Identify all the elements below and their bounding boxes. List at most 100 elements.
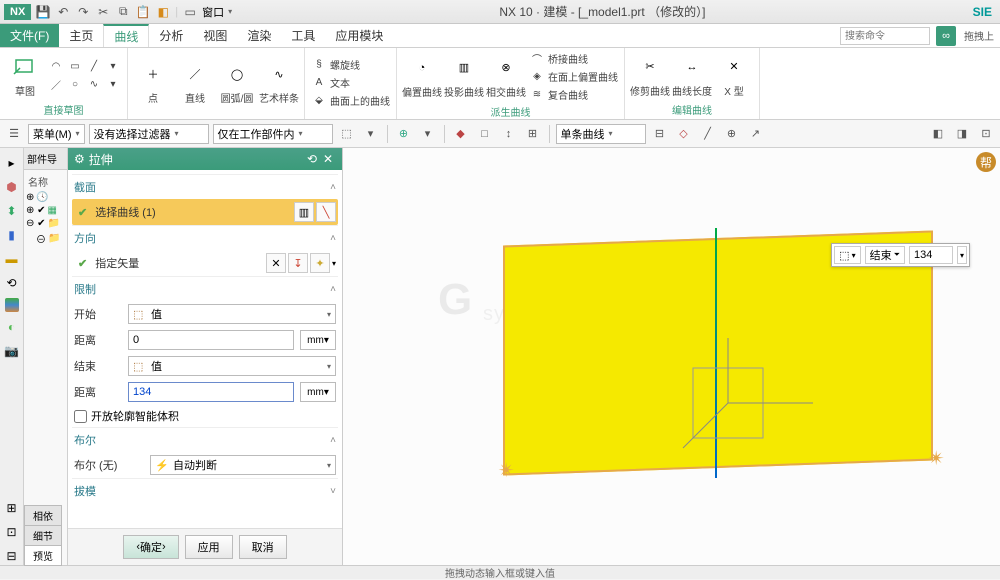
curve-length-button[interactable]: ↔曲线长度 xyxy=(673,53,711,98)
help-badge-icon[interactable]: 帮 xyxy=(976,152,996,172)
bridge-curve-button[interactable]: ⌒桥接曲线 xyxy=(529,50,618,66)
command-search-input[interactable] xyxy=(840,27,930,45)
open-profile-check[interactable]: 开放轮廓智能体积 xyxy=(72,405,338,427)
dynamic-input-box[interactable]: ⬚▾ 结束 ⏷ ▾ xyxy=(831,243,970,267)
open-profile-checkbox[interactable] xyxy=(74,410,87,423)
point-button[interactable]: ＋点 xyxy=(134,60,172,105)
shape-line-row[interactable]: ／○∿▾ xyxy=(48,76,121,92)
command-search-button[interactable]: ∞ xyxy=(936,26,956,46)
end-distance-input[interactable] xyxy=(128,382,294,402)
tab-dependency[interactable]: 相依 xyxy=(24,505,62,526)
menu-dropdown-icon[interactable]: ☰ xyxy=(4,124,24,144)
section-limit[interactable]: 限制˄ xyxy=(72,276,338,301)
vtb-m2-icon[interactable]: ⊡ xyxy=(3,523,21,541)
vtb-m1-icon[interactable]: ⊞ xyxy=(3,499,21,517)
pn-cams-row[interactable]: ⊖ ✔ 📁 xyxy=(26,217,65,230)
redo-icon[interactable]: ↷ xyxy=(75,4,91,20)
sketch-button[interactable]: 草图 xyxy=(6,53,44,98)
vector-reverse-icon[interactable]: ↧ xyxy=(288,253,308,273)
tb-icon-8[interactable]: ⊞ xyxy=(523,124,543,144)
section-direction[interactable]: 方向˄ xyxy=(72,225,338,250)
vtb-cam-icon[interactable]: 📷 xyxy=(3,342,21,360)
ok-button[interactable]: 确定 xyxy=(123,535,178,559)
tb-icon-5[interactable]: ◆ xyxy=(451,124,471,144)
menu-appmodule[interactable]: 应用模块 xyxy=(325,24,393,47)
tb-icon-r2[interactable]: ◨ xyxy=(952,124,972,144)
menu-home[interactable]: 主页 xyxy=(59,24,103,47)
tb-icon-r1[interactable]: ◧ xyxy=(928,124,948,144)
vector-xyz-icon[interactable]: ✕ xyxy=(266,253,286,273)
section-boolean[interactable]: 布尔˄ xyxy=(72,427,338,452)
drag-placement-button[interactable]: 拖拽上 xyxy=(958,24,1000,47)
menu-analyze[interactable]: 分析 xyxy=(149,24,193,47)
float-drop[interactable]: ▾ xyxy=(957,246,967,264)
helix-button[interactable]: §螺旋线 xyxy=(311,57,390,73)
dialog-reset-icon[interactable]: ⟲ xyxy=(304,151,320,167)
unit-combo[interactable]: mm ▾ xyxy=(300,382,336,402)
touch-icon[interactable]: ◧ xyxy=(155,4,171,20)
vtb-nav-icon[interactable]: ⬢ xyxy=(3,178,21,196)
float-label-combo[interactable]: 结束 ⏷ xyxy=(865,246,905,264)
menu-render[interactable]: 渲染 xyxy=(237,24,281,47)
tb-icon-9[interactable]: ⊟ xyxy=(650,124,670,144)
unit-combo[interactable]: mm ▾ xyxy=(300,330,336,350)
specify-vector-row[interactable]: ✔ 指定矢量 ✕ ↧ ✦ ▾ xyxy=(72,250,338,276)
text-button[interactable]: A文本 xyxy=(311,75,390,91)
tb-icon-6[interactable]: □ xyxy=(475,124,495,144)
boolean-combo[interactable]: ⚡自动判断▾ xyxy=(150,455,336,475)
pn-history-row[interactable]: ⊕ 🕓 xyxy=(26,191,65,204)
window-label[interactable]: 窗口 xyxy=(202,4,224,20)
undo-icon[interactable]: ↶ xyxy=(55,4,71,20)
pn-model-row[interactable]: ⊖ 📁 xyxy=(26,230,65,247)
tb-icon-3[interactable]: ⊕ xyxy=(394,124,414,144)
tab-detail[interactable]: 细节 xyxy=(24,525,62,546)
vtb-m3-icon[interactable]: ⊟ xyxy=(3,547,21,565)
selection-filter-combo[interactable]: 没有选择过滤器▾ xyxy=(89,124,209,144)
end-type-combo[interactable]: ⬚值▾ xyxy=(128,356,336,376)
vtb-tree-icon[interactable]: ⬍ xyxy=(3,202,21,220)
viewport[interactable]: 帮 G 网 system.com ✴ ✴ ⬚▾ 结束 ⏷ ▾ xyxy=(343,148,1000,565)
cut-icon[interactable]: ✂ xyxy=(95,4,111,20)
line-button[interactable]: ／直线 xyxy=(176,60,214,105)
intersect-curve-button[interactable]: ⊗相交曲线 xyxy=(487,54,525,99)
window-icon[interactable]: ▭ xyxy=(182,4,198,20)
apply-button[interactable]: 应用 xyxy=(185,535,233,559)
tb-icon-1[interactable]: ⬚ xyxy=(337,124,357,144)
arc-button[interactable]: ◯圆弧/圆 xyxy=(218,60,256,105)
composite-curve-button[interactable]: ≋复合曲线 xyxy=(529,86,618,102)
menu-tool[interactable]: 工具 xyxy=(281,24,325,47)
float-value-input[interactable] xyxy=(909,246,953,264)
vector-infer-icon[interactable]: ✦ xyxy=(310,253,330,273)
shape-arc-row[interactable]: ◠▭╱▾ xyxy=(48,58,121,74)
tab-preview[interactable]: 预览 xyxy=(24,545,62,566)
section-section[interactable]: 截面˄ xyxy=(72,174,338,199)
vtb-arrow-icon[interactable]: ▸ xyxy=(3,154,21,172)
handle-start-icon[interactable]: ✴ xyxy=(498,458,515,483)
spline-button[interactable]: ∿艺术样条 xyxy=(260,60,298,105)
cancel-button[interactable]: 取消 xyxy=(239,535,287,559)
sketch-section-icon[interactable]: ▥ xyxy=(294,202,314,222)
tb-icon-7[interactable]: ↕ xyxy=(499,124,519,144)
tb-icon-4[interactable]: ▾ xyxy=(418,124,438,144)
save-icon[interactable]: 💾 xyxy=(35,4,51,20)
menu-dropdown[interactable]: 菜单(M)▾ xyxy=(28,124,85,144)
tb-icon-2[interactable]: ▾ xyxy=(361,124,381,144)
float-icon-combo[interactable]: ⬚▾ xyxy=(834,246,860,264)
tb-icon-10[interactable]: ◇ xyxy=(674,124,694,144)
menu-view[interactable]: 视图 xyxy=(193,24,237,47)
vtb-gauge-icon[interactable]: ◐ xyxy=(3,318,21,336)
pn-views-row[interactable]: ⊕ ✔ ▦ xyxy=(26,204,65,217)
section-draft[interactable]: 拔模˅ xyxy=(72,478,338,503)
paste-icon[interactable]: 📋 xyxy=(135,4,151,20)
project-curve-button[interactable]: ▥投影曲线 xyxy=(445,54,483,99)
offset-on-face-button[interactable]: ◈在面上偏置曲线 xyxy=(529,68,618,84)
tb-icon-13[interactable]: ↗ xyxy=(746,124,766,144)
menu-file[interactable]: 文件(F) xyxy=(0,24,59,47)
curve-on-surface-button[interactable]: ⬙曲面上的曲线 xyxy=(311,93,390,109)
tb-icon-12[interactable]: ⊕ xyxy=(722,124,742,144)
vtb-history-icon[interactable]: ⟲ xyxy=(3,274,21,292)
tb-icon-r3[interactable]: ⊡ xyxy=(976,124,996,144)
dialog-close-icon[interactable]: ✕ xyxy=(320,151,336,167)
selection-scope-combo[interactable]: 仅在工作部件内▾ xyxy=(213,124,333,144)
curve-rule-combo[interactable]: 单条曲线▾ xyxy=(556,124,646,144)
